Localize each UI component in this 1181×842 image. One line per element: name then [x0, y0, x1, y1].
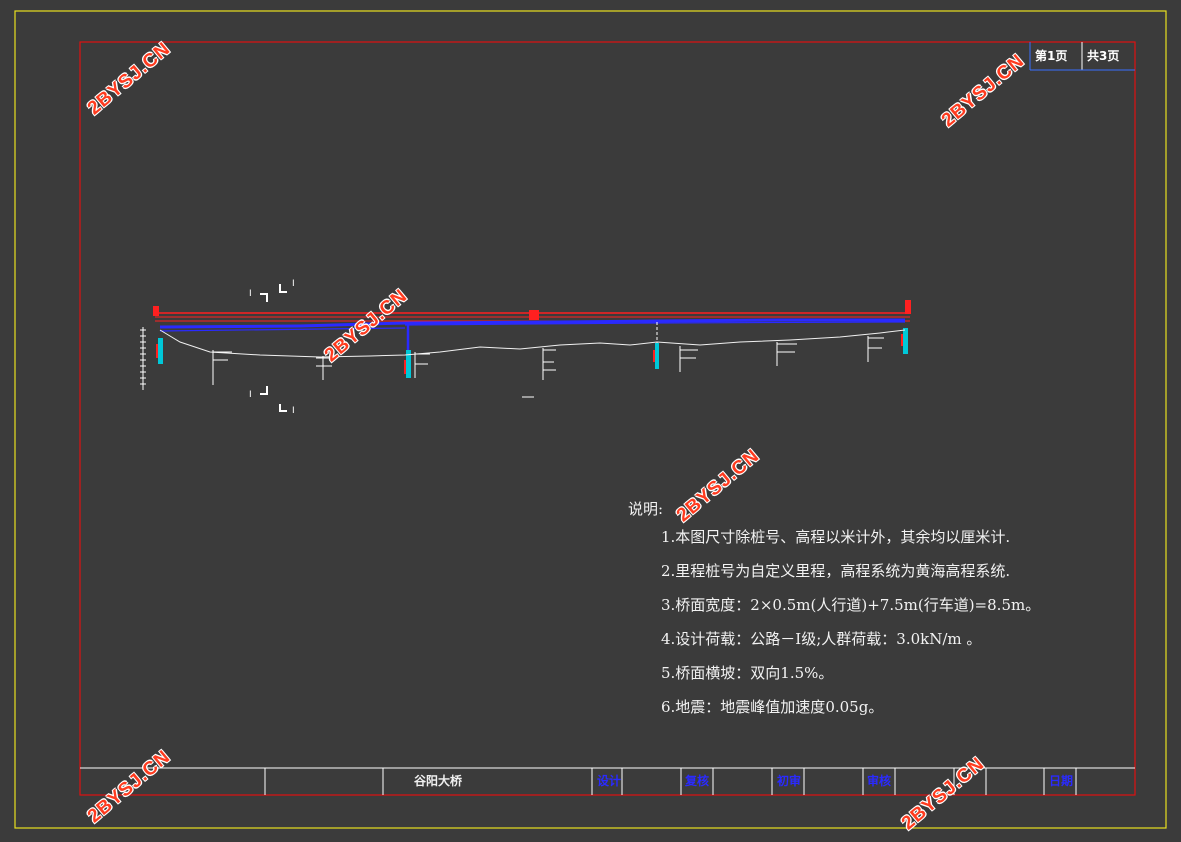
- note-item-3: 3.桥面宽度：2×0.5m(人行道)+7.5m(行车道)=8.5m。: [661, 596, 1041, 614]
- label-design: 设计: [597, 774, 622, 788]
- note-item-1: 1.本图尺寸除桩号、高程以米计外，其余均以厘米计.: [661, 528, 1011, 546]
- label-date: 日期: [1049, 774, 1074, 788]
- section-mark-icon: [260, 284, 287, 412]
- section-label-right-top: I: [292, 279, 295, 289]
- label-approve: 审核: [867, 774, 892, 788]
- note-item-4: 4.设计荷载：公路－Ⅰ级;人群荷载：3.0kN/m 。: [661, 630, 982, 648]
- abutment-left-pile: [158, 338, 163, 364]
- design-notes: 说明: 1.本图尺寸除桩号、高程以米计外，其余均以厘米计. 2.里程桩号为自定义…: [628, 498, 1040, 730]
- note-item-5: 5.桥面横坡：双向1.5%。: [661, 664, 834, 682]
- bridge-elevation: [140, 284, 911, 412]
- note-item-2: 2.里程桩号为自定义里程，高程系统为黄海高程系统.: [661, 562, 1011, 580]
- rail-end-left: [153, 306, 159, 316]
- abutment-right-pile: [903, 328, 908, 354]
- pier-2-pile: [655, 343, 659, 369]
- label-check: 初审: [777, 774, 802, 788]
- note-item-6: 6.地震：地震峰值加速度0.05g。: [661, 698, 884, 716]
- label-review: 复核: [685, 774, 710, 788]
- rail-end-right: [905, 300, 911, 314]
- section-label-left-top: I: [249, 289, 252, 299]
- rail-center-mark: [529, 310, 539, 320]
- project-name: 谷阳大桥: [414, 774, 463, 788]
- section-label-right-bottom: I: [292, 406, 295, 416]
- section-label-left-bottom: I: [249, 390, 252, 400]
- borehole-logs: [212, 336, 884, 398]
- page-total: 共3页: [1087, 49, 1120, 63]
- page-number: 第1页: [1035, 49, 1068, 63]
